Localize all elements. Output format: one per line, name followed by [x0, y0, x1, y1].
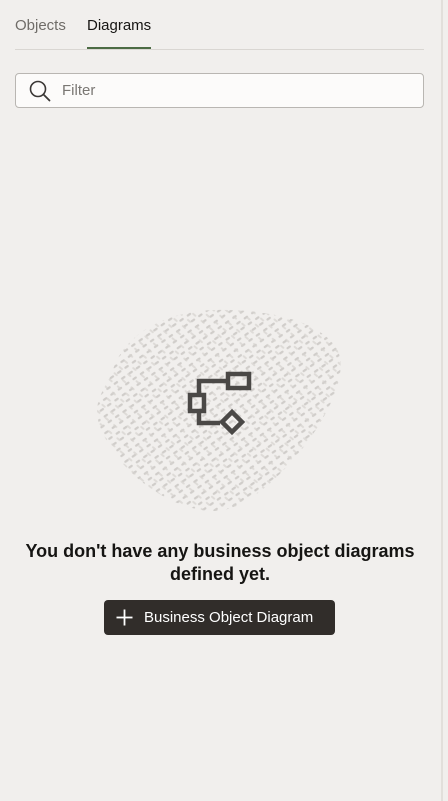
tab-diagrams[interactable]: Diagrams	[87, 16, 152, 49]
empty-state-line-2: defined yet.	[169, 564, 271, 584]
empty-state-illustration	[97, 309, 341, 511]
empty-state-message: You don't have any business object diagr…	[0, 540, 440, 586]
panel-divider	[441, 0, 443, 801]
create-button-label: Business Object Diagram	[144, 609, 314, 626]
filter-input[interactable]	[62, 74, 412, 107]
filter-field[interactable]	[15, 73, 424, 108]
plus-icon	[116, 609, 133, 626]
search-icon	[29, 80, 51, 102]
empty-state-line-1: You don't have any business object diagr…	[25, 541, 415, 561]
tab-objects[interactable]: Objects	[15, 16, 66, 49]
create-business-object-diagram-button[interactable]: Business Object Diagram	[104, 600, 335, 635]
tab-bar: Objects Diagrams	[15, 0, 424, 50]
diagrams-panel: Objects Diagrams You don't have	[0, 0, 440, 801]
